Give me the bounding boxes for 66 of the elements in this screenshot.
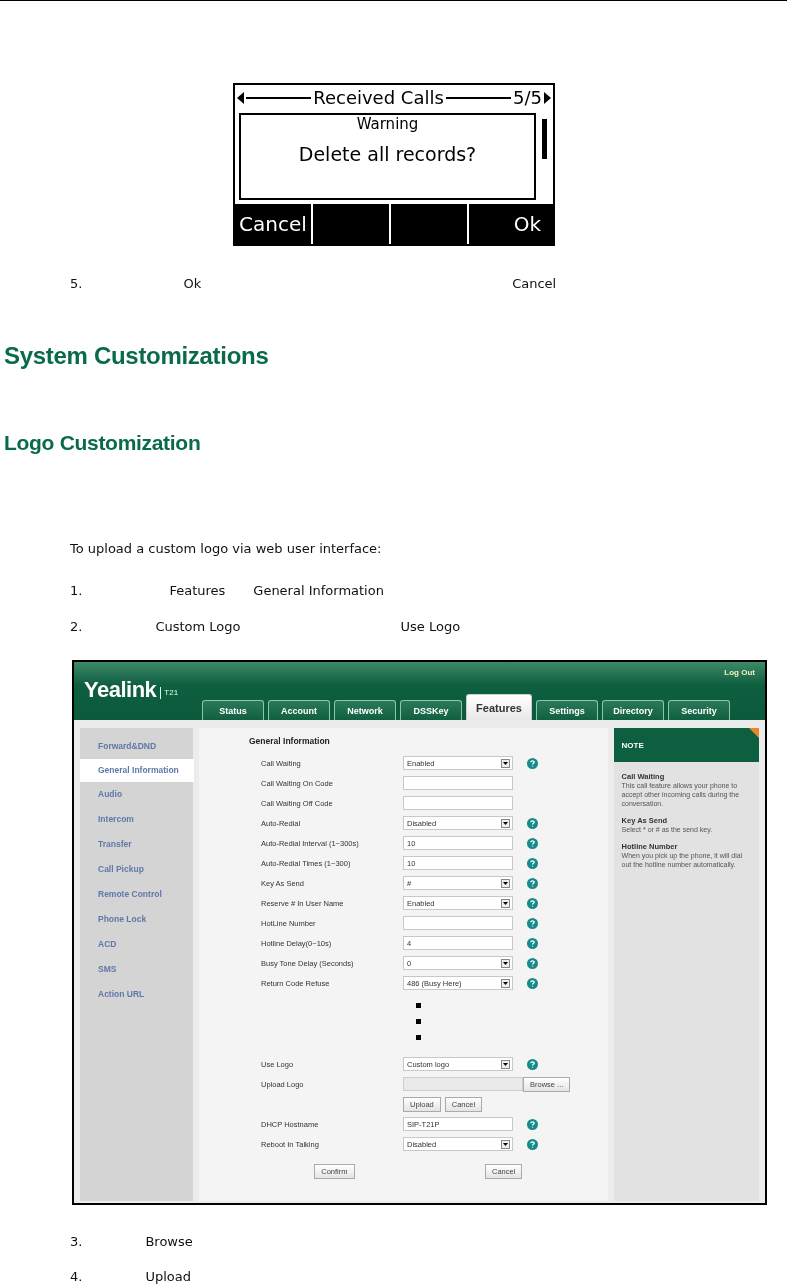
help-icon[interactable] <box>527 1118 538 1130</box>
corner-fold-icon <box>749 728 759 738</box>
input-field[interactable] <box>403 916 513 930</box>
screen-title: Received Calls <box>313 87 444 109</box>
caret-icon[interactable] <box>501 878 510 888</box>
nav-tab[interactable]: Network <box>334 700 396 720</box>
logout-link[interactable]: Log Out <box>724 668 755 677</box>
procedure-intro: To upload a custom logo via web user interface: <box>70 541 383 557</box>
dialog-message: Delete all records? <box>298 143 477 165</box>
section-heading: System Customizations <box>4 341 270 371</box>
nav-tab[interactable]: Account <box>268 700 330 720</box>
nav-tab[interactable]: Features <box>466 694 532 720</box>
help-icon[interactable] <box>527 877 538 889</box>
step-text: Cancel <box>512 276 557 292</box>
step-number: 1. <box>70 583 83 599</box>
softkey[interactable]: Ok <box>469 204 553 244</box>
sidebar-item[interactable]: General Information <box>80 759 194 782</box>
softkey[interactable]: Cancel <box>235 204 313 244</box>
step-text: Custom Logo <box>155 619 241 635</box>
page-counter: 5/5 <box>513 87 542 109</box>
step-text: Features <box>169 583 226 599</box>
step-number: 2. <box>70 619 83 635</box>
scroll-bar <box>542 119 547 159</box>
help-icon[interactable] <box>527 917 538 929</box>
help-icon[interactable] <box>527 817 538 829</box>
step-number: 4. <box>70 1269 83 1285</box>
help-icon[interactable] <box>527 977 538 989</box>
help-icon[interactable] <box>527 897 538 909</box>
step-text: Browse <box>145 1234 193 1250</box>
step-text: Ok <box>183 276 202 292</box>
help-icon[interactable] <box>527 1138 538 1150</box>
help-icon[interactable] <box>527 857 538 869</box>
nav-tab[interactable]: Directory <box>602 700 664 720</box>
note-title: NOTE <box>621 740 644 750</box>
help-icon[interactable] <box>527 937 538 949</box>
nav-tab[interactable]: Security <box>668 700 730 720</box>
caret-icon[interactable] <box>501 1139 510 1149</box>
step-number: 5. <box>70 276 83 292</box>
file-path-field[interactable] <box>403 1077 523 1091</box>
help-icon[interactable] <box>527 837 538 849</box>
right-arrow-icon <box>544 92 551 104</box>
input-field[interactable] <box>403 796 513 810</box>
step-text: Use Logo <box>400 619 461 635</box>
dialog-title: Warning <box>356 115 419 133</box>
model-label: T21 <box>160 687 179 699</box>
step-text: General Information <box>253 583 384 599</box>
caret-icon[interactable] <box>501 978 510 988</box>
section-title: General Information <box>249 736 331 748</box>
caret-icon[interactable] <box>501 958 510 968</box>
left-arrow-icon <box>237 92 244 104</box>
step-text: Upload <box>145 1269 191 1285</box>
caret-icon[interactable] <box>501 898 510 908</box>
caret-icon[interactable] <box>501 1059 510 1069</box>
step-number: 3. <box>70 1234 83 1250</box>
nav-tab[interactable]: DSSKey <box>400 700 462 720</box>
logo-text: Yealink <box>84 678 157 702</box>
nav-tab[interactable]: Settings <box>536 700 598 720</box>
help-icon[interactable] <box>527 1058 538 1070</box>
help-icon[interactable] <box>527 957 538 969</box>
vertical-dots-icon <box>415 1003 421 1040</box>
subsection-heading: Logo Customization <box>4 430 202 456</box>
input-field[interactable] <box>403 776 513 790</box>
help-icon[interactable] <box>527 757 538 769</box>
nav-tab[interactable]: Status <box>202 700 264 720</box>
caret-icon[interactable] <box>501 758 510 768</box>
caret-icon[interactable] <box>501 818 510 828</box>
